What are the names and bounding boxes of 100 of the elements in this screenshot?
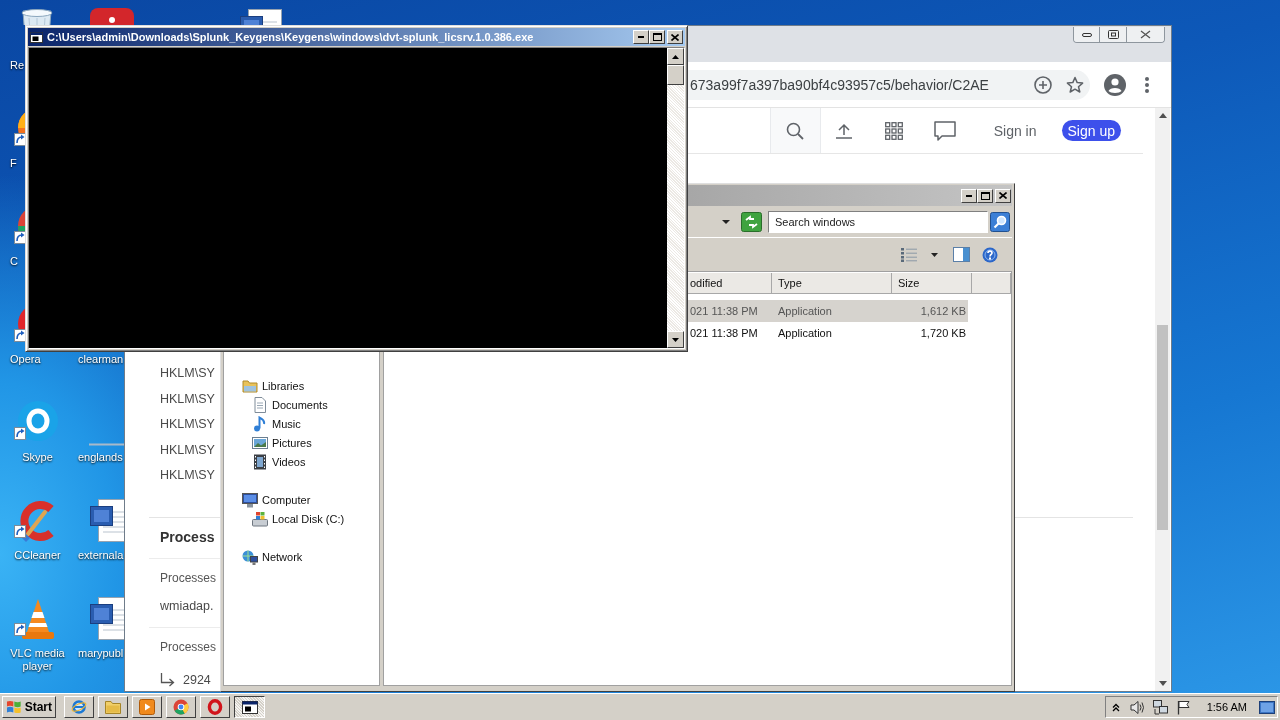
url-text: 673a99f7a397ba90bf4c93957c5/behavior/C2AE [690,76,989,93]
document-icon[interactable] [89,596,124,642]
clock: 1:56 AM [1206,701,1247,713]
nav-item[interactable]: Music [224,414,301,433]
drive-icon [252,510,268,527]
taskbar-button[interactable] [200,696,230,718]
taskbar-button[interactable] [132,696,162,718]
preview-pane-icon[interactable] [953,247,970,262]
view-list-icon[interactable] [901,247,917,262]
film-icon [252,453,268,470]
taskbar-button[interactable] [64,696,94,718]
play-icon [139,699,155,715]
refresh-icon[interactable] [741,211,762,232]
nav-item[interactable]: Computer [224,490,311,509]
account-icon[interactable] [1104,73,1126,96]
scrollbar-thumb[interactable] [667,65,684,85]
speaker-icon[interactable] [1129,699,1145,715]
show-desktop-icon[interactable] [1259,700,1275,714]
nav-item[interactable]: Local Disk (C:) [224,509,345,528]
caret-icon[interactable] [722,219,730,224]
caret-icon[interactable] [931,252,938,257]
registry-key-text: HKLM\SY [159,416,215,433]
file-row[interactable]: 021 11:38 PM Application 1,720 KB [688,322,968,344]
file-row[interactable]: 021 11:38 PM Application 1,612 KB [688,300,968,322]
flag-icon[interactable] [1175,699,1191,715]
scrollbar[interactable] [1155,108,1170,691]
scrollbar-thumb[interactable] [1157,325,1168,530]
speech-bubble-icon[interactable] [933,120,956,141]
maximize-icon [652,33,662,41]
icon-label[interactable]: Re [10,59,25,72]
app-tile-icon[interactable] [89,8,135,25]
upload-icon[interactable] [834,122,853,139]
scroll-up-icon[interactable] [1158,113,1167,118]
minimize-icon [638,36,644,38]
close-icon [1140,30,1151,39]
help-icon[interactable] [982,246,998,263]
picture-icon [252,434,268,451]
more-icon[interactable] [1145,76,1149,93]
minimize-button[interactable] [1074,27,1099,42]
close-icon [999,192,1007,199]
nav-item[interactable]: Documents [224,395,328,414]
network-icon[interactable] [1152,699,1168,715]
search-icon[interactable] [990,211,1010,232]
document-icon [252,396,268,413]
process-name: wmiadap. [159,597,214,615]
console-icon [30,31,43,43]
apps-grid-icon[interactable] [884,121,903,140]
table-cell-text: Application [777,305,833,317]
nav-item[interactable]: Pictures [224,433,312,452]
document-icon[interactable] [239,8,285,25]
taskbar-button[interactable] [166,696,196,718]
nav-item[interactable]: Libraries [224,376,305,395]
scrollbar[interactable] [667,48,684,348]
search-icon [786,121,805,140]
table-cell-text: 1,720 KB [919,327,967,339]
taskbar-task[interactable] [234,696,265,718]
icon-label[interactable]: C [10,255,18,268]
scroll-down-button[interactable] [667,331,684,348]
minimize-button[interactable] [961,188,977,203]
network-icon [242,548,258,565]
column-header[interactable]: Type [772,273,892,294]
icon-label[interactable]: F [10,157,17,170]
plus-circle-icon[interactable] [1034,75,1052,94]
icon-label[interactable]: clearman [78,353,124,366]
computer-icon [242,491,258,508]
chevron-up-icon[interactable] [1111,702,1120,712]
round-logo-icon [173,699,189,715]
restore-icon [1107,30,1119,39]
minimize-button[interactable] [633,30,649,44]
search-field[interactable]: Search windows [768,210,988,233]
sign-in-link[interactable]: Sign in [993,122,1037,139]
table-cell-text: 021 11:38 PM [689,305,759,317]
nav-item[interactable]: Videos [224,452,306,471]
search-button[interactable] [769,108,821,153]
scroll-up-icon [672,54,679,59]
address-field[interactable]: 673a99f7a397ba90bf4c93957c5/behavior/C2AE [688,69,1090,100]
scroll-up-button[interactable] [667,48,684,65]
taskbar-button[interactable] [98,696,128,718]
nav-item[interactable]: Network [224,547,303,566]
sign-up-button[interactable]: Sign up [1061,120,1121,141]
restore-button[interactable] [1099,27,1126,42]
table-cell-text: 1,612 KB [919,305,967,317]
minimize-icon [966,194,972,197]
column-header[interactable]: Size [892,273,972,294]
maximize-button[interactable] [649,30,665,44]
document-icon[interactable] [89,498,124,544]
start-button[interactable]: Start [2,696,56,718]
subsection-heading: Processes [159,569,217,587]
maximize-button[interactable] [977,188,993,203]
folder-icon [105,699,121,715]
maximize-icon [980,191,990,200]
folder-icon [242,377,258,394]
star-icon[interactable] [1066,75,1084,94]
browser-icon [71,699,87,715]
child-arrow-icon [160,672,175,687]
registry-key-text: HKLM\SY [159,365,215,382]
scroll-down-icon[interactable] [1158,681,1167,686]
flag-logo-icon [6,700,22,714]
table-cell-text: Application [777,327,833,339]
close-icon [671,33,679,41]
